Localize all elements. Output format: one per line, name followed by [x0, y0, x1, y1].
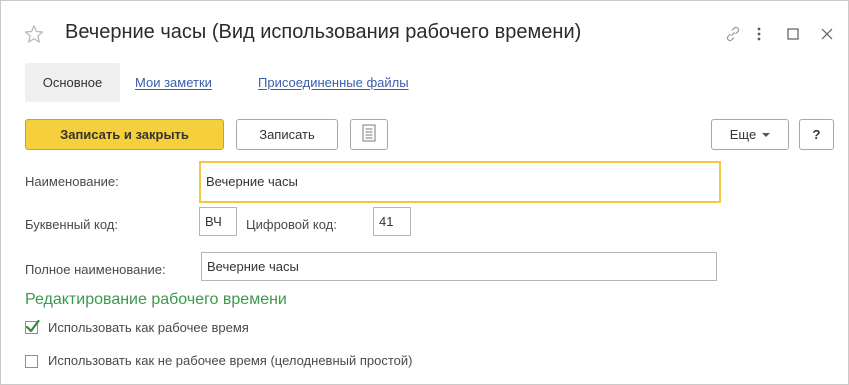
save-button[interactable]: Записать	[236, 119, 338, 150]
save-and-close-button[interactable]: Записать и закрыть	[25, 119, 224, 150]
link-icon[interactable]	[721, 23, 745, 45]
chevron-down-icon	[762, 132, 771, 138]
digit-code-input[interactable]: 41	[373, 207, 411, 236]
name-input[interactable]: Вечерние часы	[199, 161, 721, 203]
tab-main[interactable]: Основное	[25, 63, 120, 102]
save-and-close-label: Записать и закрыть	[60, 127, 189, 142]
window-title: Вечерние часы (Вид использования рабочег…	[65, 21, 582, 43]
close-icon[interactable]	[818, 23, 836, 45]
save-label: Записать	[259, 127, 315, 142]
tab-my-notes[interactable]: Мои заметки	[135, 63, 212, 102]
star-icon[interactable]	[23, 23, 45, 45]
more-button[interactable]: Еще	[711, 119, 789, 150]
maximize-icon[interactable]	[784, 23, 802, 45]
full-name-input[interactable]: Вечерние часы	[201, 252, 717, 281]
checkmark-icon	[25, 319, 40, 339]
help-label: ?	[812, 127, 821, 142]
letter-code-label: Буквенный код:	[25, 217, 118, 232]
more-label: Еще	[729, 127, 757, 142]
form-window: Вечерние часы (Вид использования рабочег…	[0, 0, 849, 385]
digit-code-label: Цифровой код:	[246, 217, 337, 232]
more-vertical-icon[interactable]	[751, 23, 767, 45]
use-as-non-working-time-checkbox[interactable]	[25, 355, 38, 368]
help-button[interactable]: ?	[799, 119, 834, 150]
full-name-label: Полное наименование:	[25, 262, 166, 277]
document-list-icon	[362, 124, 376, 145]
use-as-non-working-time-label: Использовать как не рабочее время (целод…	[48, 353, 413, 368]
section-title: Редактирование рабочего времени	[25, 291, 287, 308]
use-as-working-time-label: Использовать как рабочее время	[48, 320, 249, 335]
document-list-button[interactable]	[350, 119, 388, 150]
name-label: Наименование:	[25, 174, 119, 189]
use-as-working-time-checkbox[interactable]	[25, 319, 40, 334]
tab-attached-files[interactable]: Присоединенные файлы	[258, 63, 409, 102]
letter-code-input[interactable]: ВЧ	[199, 207, 237, 236]
